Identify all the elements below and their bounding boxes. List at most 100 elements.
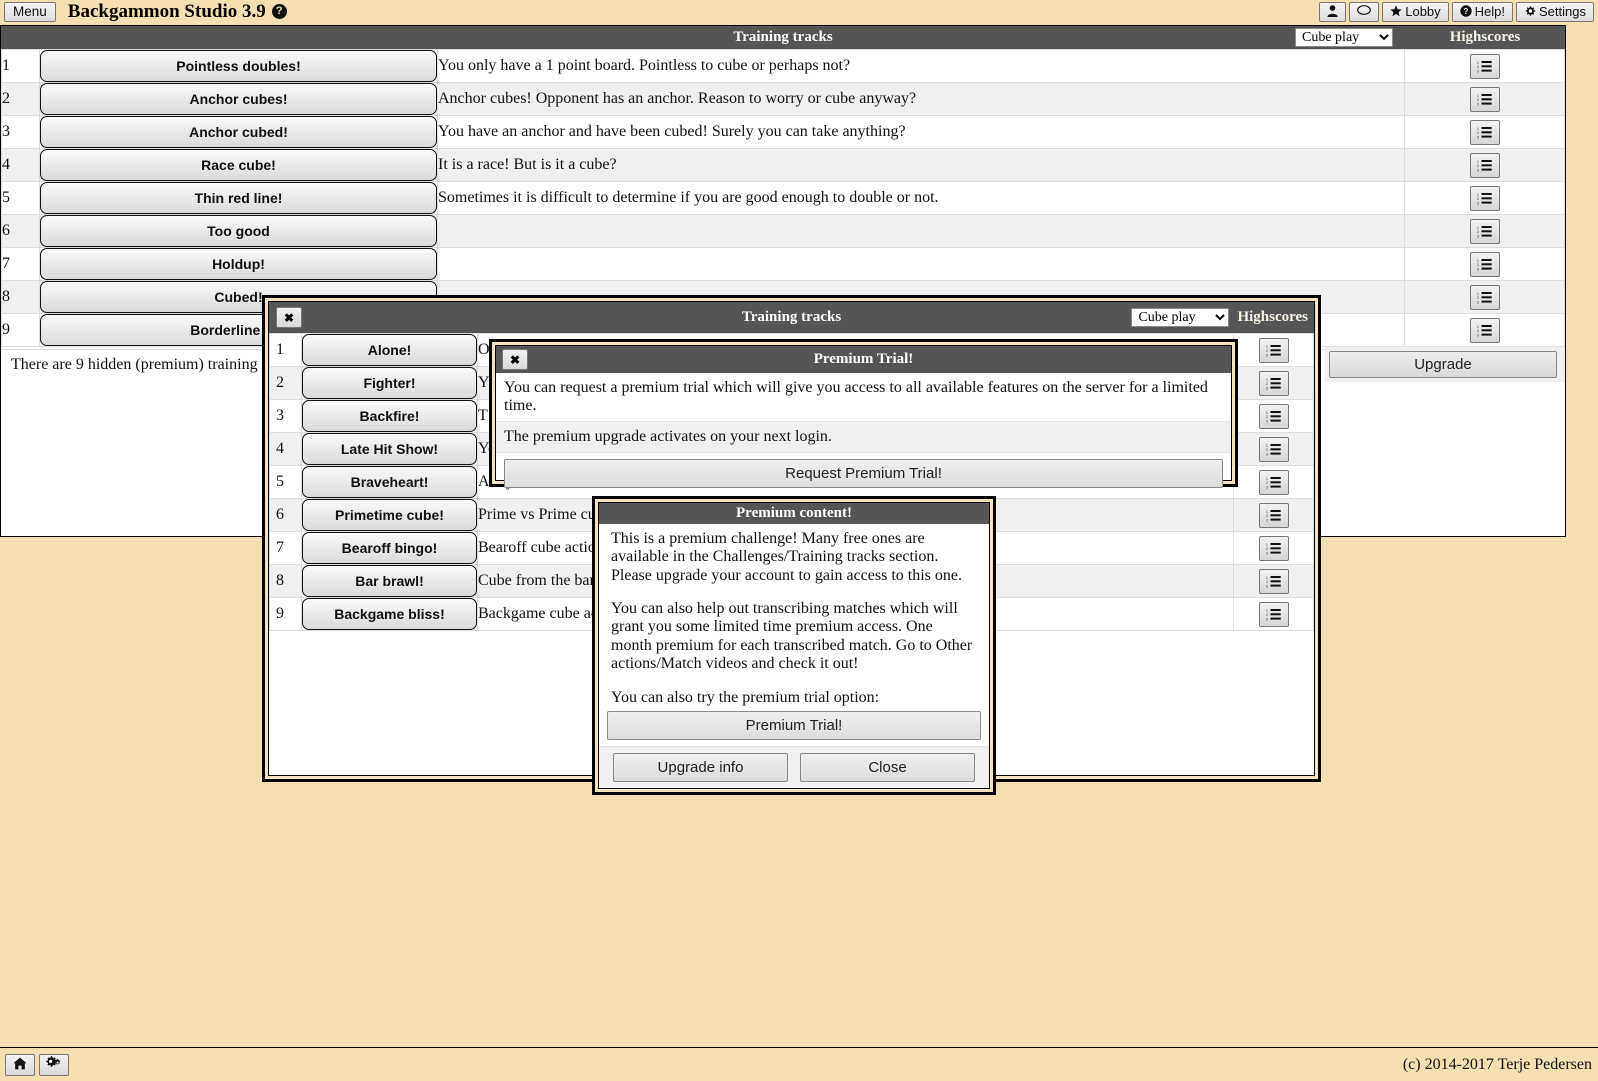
track-button[interactable]: Thin red line! xyxy=(40,182,437,214)
upgrade-info-button[interactable]: Upgrade info xyxy=(613,753,788,782)
bottom-settings-button[interactable] xyxy=(39,1053,69,1076)
row-button-cell: Thin red line! xyxy=(39,181,438,215)
svg-text:3: 3 xyxy=(1477,102,1479,106)
home-button[interactable] xyxy=(5,1053,35,1076)
track-button[interactable]: Braveheart! xyxy=(302,466,477,498)
track-button[interactable]: Fighter! xyxy=(302,367,477,399)
dialog-header: ✖ Training tracks Cube play Highscores xyxy=(269,302,1314,333)
menu-button[interactable]: Menu xyxy=(4,1,56,22)
track-button[interactable]: Anchor cubes! xyxy=(40,83,437,115)
row-highscore-cell: 123 xyxy=(1404,214,1565,248)
panel-filter-select[interactable]: Cube play xyxy=(1295,28,1393,47)
track-button[interactable]: Bar brawl! xyxy=(302,565,477,597)
close-icon[interactable]: ✖ xyxy=(502,349,528,370)
row-description: Sometimes it is difficult to determine i… xyxy=(437,181,1405,215)
gear-icon xyxy=(1524,5,1536,19)
highscore-list-icon[interactable]: 123 xyxy=(1469,86,1500,112)
row-highscore-cell: 123 xyxy=(1233,564,1314,598)
highscore-list-icon[interactable]: 123 xyxy=(1469,119,1500,145)
svg-text:3: 3 xyxy=(1266,485,1268,489)
row-number: 7 xyxy=(269,531,302,565)
panel-header-right: Cube play Highscores xyxy=(1295,28,1565,47)
row-highscore-cell: 123 xyxy=(1233,333,1314,367)
row-highscore-cell: 123 xyxy=(1404,148,1565,182)
svg-text:3: 3 xyxy=(1477,267,1479,271)
lobby-label: Lobby xyxy=(1405,3,1441,19)
bottom-toolbar: (c) 2014-2017 Terje Pedersen xyxy=(0,1047,1598,1081)
settings-label: Settings xyxy=(1539,3,1586,19)
highscore-list-icon[interactable]: 123 xyxy=(1258,601,1289,627)
svg-text:3: 3 xyxy=(1477,135,1479,139)
premium-trial-dialog-inner: ✖ Premium Trial! You can request a premi… xyxy=(495,345,1232,488)
svg-text:3: 3 xyxy=(1266,386,1268,390)
svg-text:3: 3 xyxy=(1477,168,1479,172)
highscore-list-icon[interactable]: 123 xyxy=(1469,185,1500,211)
row-highscore-cell: 123 xyxy=(1404,181,1565,215)
highscore-list-icon[interactable]: 123 xyxy=(1258,337,1289,363)
highscore-list-icon[interactable]: 123 xyxy=(1258,370,1289,396)
help-button[interactable]: ? Help! xyxy=(1451,1,1514,22)
help-circle-icon[interactable]: ? xyxy=(271,4,287,19)
row-highscore-cell: 123 xyxy=(1233,399,1314,433)
row-highscore-cell: 123 xyxy=(1233,597,1314,631)
highscore-list-icon[interactable]: 123 xyxy=(1258,403,1289,429)
dialog-header: ✖ Premium Trial! xyxy=(496,346,1231,373)
highscore-list-icon[interactable]: 123 xyxy=(1469,251,1500,277)
profile-button[interactable] xyxy=(1319,1,1347,22)
highscore-list-icon[interactable]: 123 xyxy=(1258,502,1289,528)
premium-content-actions: Upgrade info Close xyxy=(599,746,989,788)
track-button[interactable]: Bearoff bingo! xyxy=(302,532,477,564)
lobby-button[interactable]: Lobby xyxy=(1382,1,1449,22)
settings-button[interactable]: Settings xyxy=(1516,1,1594,22)
chat-button[interactable] xyxy=(1349,1,1380,22)
svg-text:3: 3 xyxy=(1477,201,1479,205)
track-button[interactable]: Anchor cubed! xyxy=(40,116,437,148)
track-button[interactable]: Backgame bliss! xyxy=(302,598,477,630)
close-button[interactable]: Close xyxy=(800,753,975,782)
highscore-list-icon[interactable]: 123 xyxy=(1258,535,1289,561)
track-button[interactable]: Too good xyxy=(40,215,437,247)
row-description: It is a race! But is it a cube? xyxy=(437,148,1405,182)
highscore-list-icon[interactable]: 123 xyxy=(1258,568,1289,594)
row-number: 1 xyxy=(269,333,302,367)
svg-text:3: 3 xyxy=(1477,333,1479,337)
close-icon[interactable]: ✖ xyxy=(276,307,302,328)
row-button-cell: Too good xyxy=(39,214,438,248)
star-icon xyxy=(1390,4,1402,19)
track-button[interactable]: Pointless doubles! xyxy=(40,50,437,82)
row-number: 3 xyxy=(1,115,40,149)
track-button[interactable]: Backfire! xyxy=(302,400,477,432)
row-description: Anchor cubes! Opponent has an anchor. Re… xyxy=(437,82,1405,116)
home-icon xyxy=(13,1057,27,1073)
user-icon xyxy=(1327,4,1338,19)
app-title: Backgammon Studio 3.9 ? xyxy=(68,1,287,23)
highscore-list-icon[interactable]: 123 xyxy=(1469,317,1500,343)
track-button[interactable]: Alone! xyxy=(302,334,477,366)
track-button[interactable]: Primetime cube! xyxy=(302,499,477,531)
track-button[interactable]: Late Hit Show! xyxy=(302,433,477,465)
upgrade-button[interactable]: Upgrade xyxy=(1329,351,1557,378)
row-description: You have an anchor and have been cubed! … xyxy=(437,115,1405,149)
premium-trial-button[interactable]: Premium Trial! xyxy=(607,711,981,740)
highscore-list-icon[interactable]: 123 xyxy=(1258,436,1289,462)
row-button-cell: Bearoff bingo! xyxy=(301,531,478,565)
row-button-cell: Primetime cube! xyxy=(301,498,478,532)
highscore-list-icon[interactable]: 123 xyxy=(1258,469,1289,495)
highscore-list-icon[interactable]: 123 xyxy=(1469,218,1500,244)
row-number: 6 xyxy=(1,214,40,248)
request-premium-trial-button[interactable]: Request Premium Trial! xyxy=(504,459,1223,488)
row-number: 6 xyxy=(269,498,302,532)
row-button-cell: Race cube! xyxy=(39,148,438,182)
top-toolbar: Menu Backgammon Studio 3.9 ? Lobby ? Hel… xyxy=(0,0,1598,23)
row-highscore-cell: 123 xyxy=(1233,531,1314,565)
track-button[interactable]: Race cube! xyxy=(40,149,437,181)
toolbar-left-group: Menu Backgammon Studio 3.9 ? xyxy=(0,1,287,23)
highscore-list-icon[interactable]: 123 xyxy=(1469,53,1500,79)
row-button-cell: Backfire! xyxy=(301,399,478,433)
svg-text:3: 3 xyxy=(1266,353,1268,357)
dialog-filter-select[interactable]: Cube play xyxy=(1131,308,1230,327)
highscore-list-icon[interactable]: 123 xyxy=(1469,152,1500,178)
highscore-list-icon[interactable]: 123 xyxy=(1469,284,1500,310)
track-button[interactable]: Holdup! xyxy=(40,248,437,280)
svg-text:3: 3 xyxy=(1477,69,1479,73)
